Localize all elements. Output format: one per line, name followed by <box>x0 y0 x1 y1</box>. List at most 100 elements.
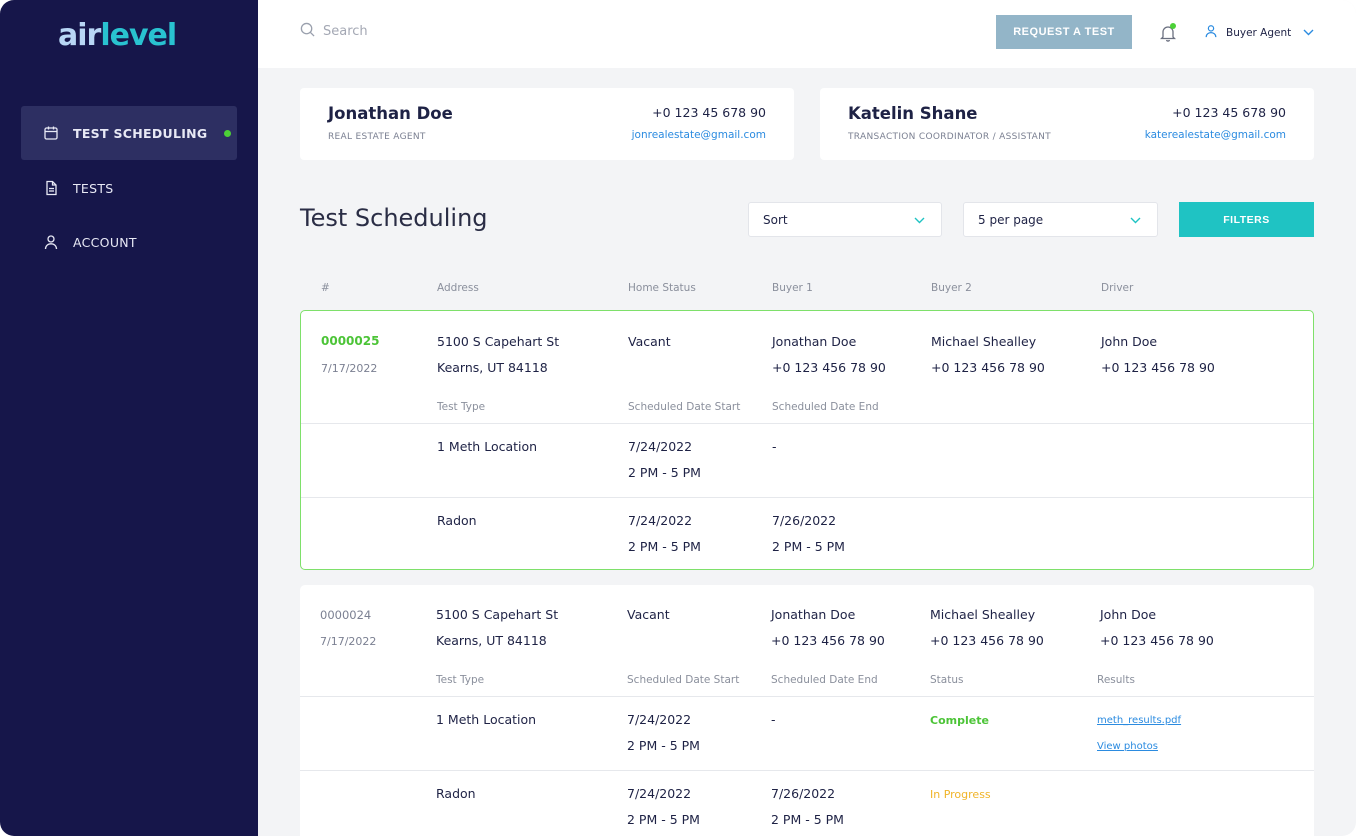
status-badge-in-progress: In Progress <box>930 788 991 801</box>
buyer-2-name: Michael Shealley <box>931 334 1037 349</box>
per-page-select[interactable]: 5 per page <box>963 202 1158 237</box>
sidebar: airlevel TEST SCHEDULING TESTS ACCOUNT <box>0 0 258 836</box>
active-indicator-dot <box>223 129 231 137</box>
column-header-driver: Driver <box>1101 282 1134 294</box>
contact-card-coordinator: Katelin Shane TRANSACTION COORDINATOR / … <box>820 88 1314 160</box>
test-end-time: 2 PM - 5 PM <box>772 539 845 554</box>
sub-header-status: Status <box>930 674 964 686</box>
sub-header-date-start: Scheduled Date Start <box>628 401 741 413</box>
test-start-date: 7/24/2022 <box>628 513 693 528</box>
status-badge-complete: Complete <box>930 714 989 727</box>
driver-name: John Doe <box>1100 607 1157 622</box>
test-end-date: - <box>771 712 776 727</box>
logo-part-1: air <box>58 18 101 53</box>
schedule-row-block[interactable]: 0000024 7/17/2022 5100 S Capehart St Kea… <box>300 585 1314 836</box>
sort-select[interactable]: Sort <box>748 202 942 237</box>
results-file-link[interactable]: meth_results.pdf <box>1097 715 1181 726</box>
sub-header-date-end: Scheduled Date End <box>771 674 878 686</box>
test-start-date: 7/24/2022 <box>627 786 692 801</box>
column-header-buyer-2: Buyer 2 <box>931 282 972 294</box>
test-type: 1 Meth Location <box>436 712 537 727</box>
sort-select-value: Sort <box>763 212 788 227</box>
chevron-down-icon <box>914 213 925 227</box>
test-end-date: - <box>772 439 777 454</box>
test-start-time: 2 PM - 5 PM <box>627 812 700 827</box>
search-icon[interactable] <box>300 22 315 41</box>
buyer-1-name: Jonathan Doe <box>772 334 857 349</box>
test-type: Radon <box>436 786 476 801</box>
test-type: Radon <box>437 513 477 528</box>
buyer-2-name: Michael Shealley <box>930 607 1036 622</box>
sidebar-item-account[interactable]: ACCOUNT <box>21 215 237 269</box>
request-test-button[interactable]: REQUEST A TEST <box>996 15 1132 49</box>
contact-name: Katelin Shane <box>848 104 978 123</box>
test-start-date: 7/24/2022 <box>627 712 692 727</box>
chevron-down-icon <box>1303 27 1314 39</box>
address-line-2: Kearns, UT 84118 <box>437 360 548 375</box>
sub-header-date-start: Scheduled Date Start <box>627 674 740 686</box>
contact-role: REAL ESTATE AGENT <box>328 132 426 142</box>
contact-phone: +0 123 45 678 90 <box>1172 105 1286 120</box>
user-icon <box>1204 24 1218 41</box>
contact-email-link[interactable]: jonrealestate@gmail.com <box>632 129 766 141</box>
row-divider <box>300 696 1314 697</box>
address-line-1: 5100 S Capehart St <box>436 607 559 622</box>
airlevel-logo[interactable]: airlevel <box>58 18 177 58</box>
filters-button[interactable]: FILTERS <box>1179 202 1314 237</box>
search-box <box>300 22 523 41</box>
test-end-date: 7/26/2022 <box>771 786 836 801</box>
buyer-2-phone: +0 123 456 78 90 <box>930 633 1044 648</box>
logo-part-2: level <box>100 18 177 53</box>
address-line-1: 5100 S Capehart St <box>437 334 560 349</box>
test-start-time: 2 PM - 5 PM <box>628 539 701 554</box>
row-divider <box>300 770 1314 771</box>
sidebar-item-label: TESTS <box>73 180 114 196</box>
sidebar-item-test-scheduling[interactable]: TEST SCHEDULING <box>21 106 237 160</box>
driver-name: John Doe <box>1101 334 1158 349</box>
driver-phone: +0 123 456 78 90 <box>1101 360 1215 375</box>
calendar-icon <box>43 125 59 141</box>
home-status: Vacant <box>628 334 671 349</box>
page-title: Test Scheduling <box>300 204 488 232</box>
sub-header-test-type: Test Type <box>436 674 485 686</box>
sub-header-test-type: Test Type <box>437 401 486 413</box>
contact-name: Jonathan Doe <box>328 104 453 123</box>
buyer-1-phone: +0 123 456 78 90 <box>772 360 886 375</box>
home-status: Vacant <box>627 607 670 622</box>
contact-role: TRANSACTION COORDINATOR / ASSISTANT <box>848 132 1051 142</box>
search-input[interactable] <box>323 24 523 39</box>
driver-phone: +0 123 456 78 90 <box>1100 633 1214 648</box>
user-menu[interactable]: Buyer Agent <box>1204 24 1314 41</box>
test-type: 1 Meth Location <box>437 439 538 454</box>
contact-email-link[interactable]: katerealestate@gmail.com <box>1145 129 1286 141</box>
document-icon <box>43 180 59 196</box>
schedule-row-block[interactable]: 0000025 7/17/2022 5100 S Capehart St Kea… <box>300 310 1314 570</box>
test-end-time: 2 PM - 5 PM <box>771 812 844 827</box>
address-line-2: Kearns, UT 84118 <box>436 633 547 648</box>
sidebar-item-label: ACCOUNT <box>73 234 137 250</box>
order-date: 7/17/2022 <box>321 362 378 375</box>
test-start-date: 7/24/2022 <box>628 439 693 454</box>
sidebar-item-tests[interactable]: TESTS <box>21 161 237 215</box>
column-header-number: # <box>321 282 330 294</box>
row-divider <box>301 497 1313 498</box>
per-page-select-value: 5 per page <box>978 212 1044 227</box>
topbar: REQUEST A TEST Buyer Agent <box>258 0 1356 68</box>
order-date: 7/17/2022 <box>320 635 377 648</box>
order-id[interactable]: 0000025 <box>321 334 379 348</box>
chevron-down-icon <box>1130 213 1141 227</box>
test-end-date: 7/26/2022 <box>772 513 837 528</box>
column-header-address: Address <box>437 282 479 294</box>
app-frame: airlevel TEST SCHEDULING TESTS ACCOUNT S… <box>0 0 1356 836</box>
row-divider <box>301 423 1313 424</box>
notification-dot <box>1170 23 1176 29</box>
test-start-time: 2 PM - 5 PM <box>627 738 700 753</box>
order-id[interactable]: 0000024 <box>320 608 371 622</box>
column-header-home-status: Home Status <box>628 282 696 294</box>
contact-card-agent: Jonathan Doe REAL ESTATE AGENT +0 123 45… <box>300 88 794 160</box>
user-icon <box>43 234 59 250</box>
buyer-1-phone: +0 123 456 78 90 <box>771 633 885 648</box>
view-photos-link[interactable]: View photos <box>1097 741 1158 752</box>
buyer-1-name: Jonathan Doe <box>771 607 856 622</box>
sidebar-item-label: TEST SCHEDULING <box>73 125 208 141</box>
